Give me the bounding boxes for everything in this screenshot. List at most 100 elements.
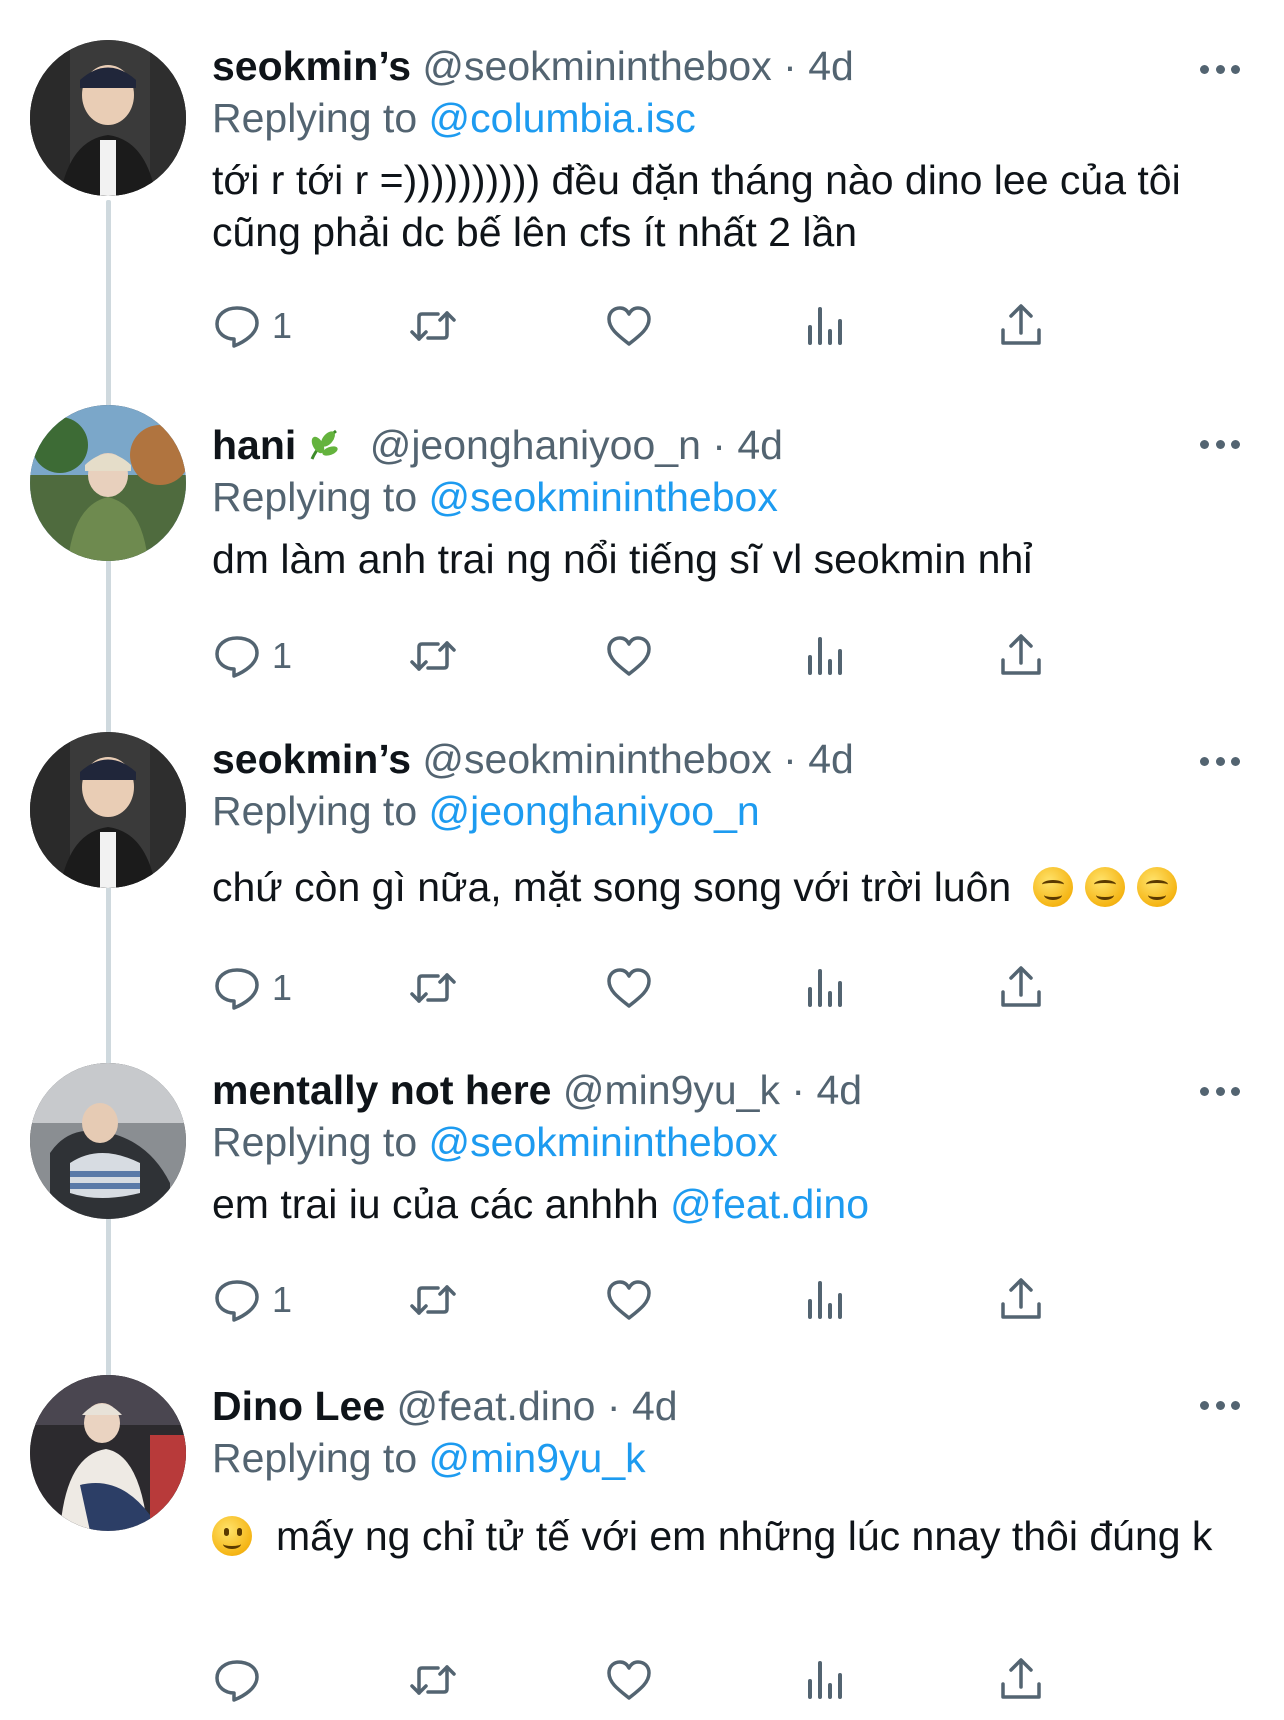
like-icon — [604, 1275, 654, 1325]
analytics-button[interactable] — [800, 1652, 850, 1708]
display-name[interactable]: hani — [212, 422, 296, 468]
share-icon — [996, 1275, 1046, 1325]
timestamp[interactable]: 4d — [808, 43, 854, 89]
tweet-header: Dino Lee @feat.dino · 4d — [212, 1380, 1244, 1432]
more-icon[interactable] — [1200, 755, 1240, 767]
separator-dot: · — [783, 43, 797, 89]
reply-icon — [212, 1655, 262, 1705]
like-button[interactable] — [604, 1652, 654, 1708]
user-handle[interactable]: @feat.dino — [397, 1383, 596, 1429]
more-icon[interactable] — [1200, 438, 1240, 450]
tweet-text-line: mấy ng chỉ tử tế với em những lúc nnay t… — [212, 1510, 1244, 1562]
timestamp[interactable]: 4d — [808, 736, 854, 782]
user-handle[interactable]: @min9yu_k — [563, 1067, 780, 1113]
tweet-actions — [212, 1652, 1112, 1708]
analytics-button[interactable] — [800, 1272, 850, 1328]
avatar[interactable] — [30, 40, 186, 196]
replying-to-label: Replying to — [212, 788, 418, 834]
replying-to-label: Replying to — [212, 1435, 418, 1481]
replying-to-line: Replying to @columbia.isc — [212, 92, 1244, 144]
more-icon[interactable] — [1200, 1085, 1240, 1097]
share-icon — [996, 301, 1046, 351]
analytics-button[interactable] — [800, 960, 850, 1016]
tweet-header: hani @jeonghaniyoo_n · 4d — [212, 419, 1244, 471]
separator-dot: · — [783, 736, 797, 782]
replying-to-line: Replying to @seokmininthebox — [212, 1116, 1244, 1168]
analytics-icon — [800, 631, 850, 681]
display-name[interactable]: Dino Lee — [212, 1383, 385, 1429]
display-name[interactable]: seokmin’s — [212, 43, 411, 89]
tweet-text: chứ còn gì nữa, mặt song song với trời l… — [212, 864, 1012, 910]
reply-icon — [212, 963, 262, 1013]
replying-to-label: Replying to — [212, 1119, 418, 1165]
like-button[interactable] — [604, 628, 654, 684]
like-button[interactable] — [604, 960, 654, 1016]
tweet-actions: 1 — [212, 960, 1112, 1016]
tweet-actions: 1 — [212, 628, 1112, 684]
tweet-text: em trai iu của các anhhh — [212, 1181, 659, 1227]
tweet-header: seokmin’s @seokmininthebox · 4d — [212, 40, 1244, 92]
like-button[interactable] — [604, 1272, 654, 1328]
retweet-button[interactable] — [408, 1652, 458, 1708]
display-name[interactable]: mentally not here — [212, 1067, 551, 1113]
tweet-header: seokmin’s @seokmininthebox · 4d — [212, 733, 1244, 785]
text-mention-link[interactable]: @feat.dino — [670, 1181, 869, 1227]
tweet-text-line: chứ còn gì nữa, mặt song song với trời l… — [212, 861, 1244, 913]
avatar[interactable] — [30, 732, 186, 888]
share-button[interactable] — [996, 1652, 1046, 1708]
retweet-icon — [408, 301, 458, 351]
retweet-button[interactable] — [408, 960, 458, 1016]
smirk-emoji-icon — [1084, 867, 1125, 907]
replying-to-line: Replying to @jeonghaniyoo_n — [212, 785, 1244, 837]
analytics-button[interactable] — [800, 298, 850, 354]
share-button[interactable] — [996, 298, 1046, 354]
analytics-button[interactable] — [800, 628, 850, 684]
reply-button[interactable]: 1 — [212, 628, 292, 684]
separator-dot: · — [791, 1067, 806, 1113]
more-icon[interactable] — [1200, 1399, 1240, 1411]
timestamp[interactable]: 4d — [737, 422, 783, 468]
smirk-emoji-icon — [1032, 867, 1073, 907]
timestamp[interactable]: 4d — [632, 1383, 678, 1429]
replying-to-line: Replying to @seokmininthebox — [212, 471, 1244, 523]
replying-to-mention[interactable]: @seokmininthebox — [429, 474, 778, 520]
tweet-text: tới r tới r =)))))))))) đều đặn tháng nà… — [212, 157, 1181, 255]
replying-to-label: Replying to — [212, 474, 418, 520]
reply-icon — [212, 301, 262, 351]
tweet-header: mentally not here @min9yu_k · 4d — [212, 1064, 1244, 1116]
retweet-button[interactable] — [408, 1272, 458, 1328]
reply-button[interactable] — [212, 1652, 272, 1708]
avatar[interactable] — [30, 1375, 186, 1531]
tweet-actions: 1 — [212, 1272, 1112, 1328]
timestamp[interactable]: 4d — [816, 1067, 862, 1113]
user-handle[interactable]: @seokmininthebox — [422, 43, 771, 89]
user-handle[interactable]: @seokmininthebox — [422, 736, 771, 782]
user-handle[interactable]: @jeonghaniyoo_n — [370, 422, 701, 468]
replying-to-label: Replying to — [212, 95, 418, 141]
display-name[interactable]: seokmin’s — [212, 736, 411, 782]
retweet-icon — [408, 1275, 458, 1325]
reply-count: 1 — [272, 967, 293, 1008]
like-button[interactable] — [604, 298, 654, 354]
reply-button[interactable]: 1 — [212, 960, 292, 1016]
avatar[interactable] — [30, 405, 186, 561]
replying-to-mention[interactable]: @min9yu_k — [429, 1435, 646, 1481]
retweet-button[interactable] — [408, 628, 458, 684]
replying-to-line: Replying to @min9yu_k — [212, 1432, 1244, 1484]
more-icon[interactable] — [1200, 63, 1240, 75]
retweet-icon — [408, 631, 458, 681]
analytics-icon — [800, 1275, 850, 1325]
share-button[interactable] — [996, 628, 1046, 684]
share-button[interactable] — [996, 960, 1046, 1016]
replying-to-mention[interactable]: @columbia.isc — [429, 95, 696, 141]
replying-to-mention[interactable]: @jeonghaniyoo_n — [429, 788, 760, 834]
share-button[interactable] — [996, 1272, 1046, 1328]
avatar[interactable] — [30, 1063, 186, 1219]
reply-count: 1 — [272, 1279, 293, 1320]
tweet-text-line: em trai iu của các anhhh @feat.dino — [212, 1178, 1244, 1230]
reply-icon — [212, 1275, 262, 1325]
retweet-button[interactable] — [408, 298, 458, 354]
replying-to-mention[interactable]: @seokmininthebox — [429, 1119, 778, 1165]
reply-button[interactable]: 1 — [212, 298, 292, 354]
reply-button[interactable]: 1 — [212, 1272, 292, 1328]
